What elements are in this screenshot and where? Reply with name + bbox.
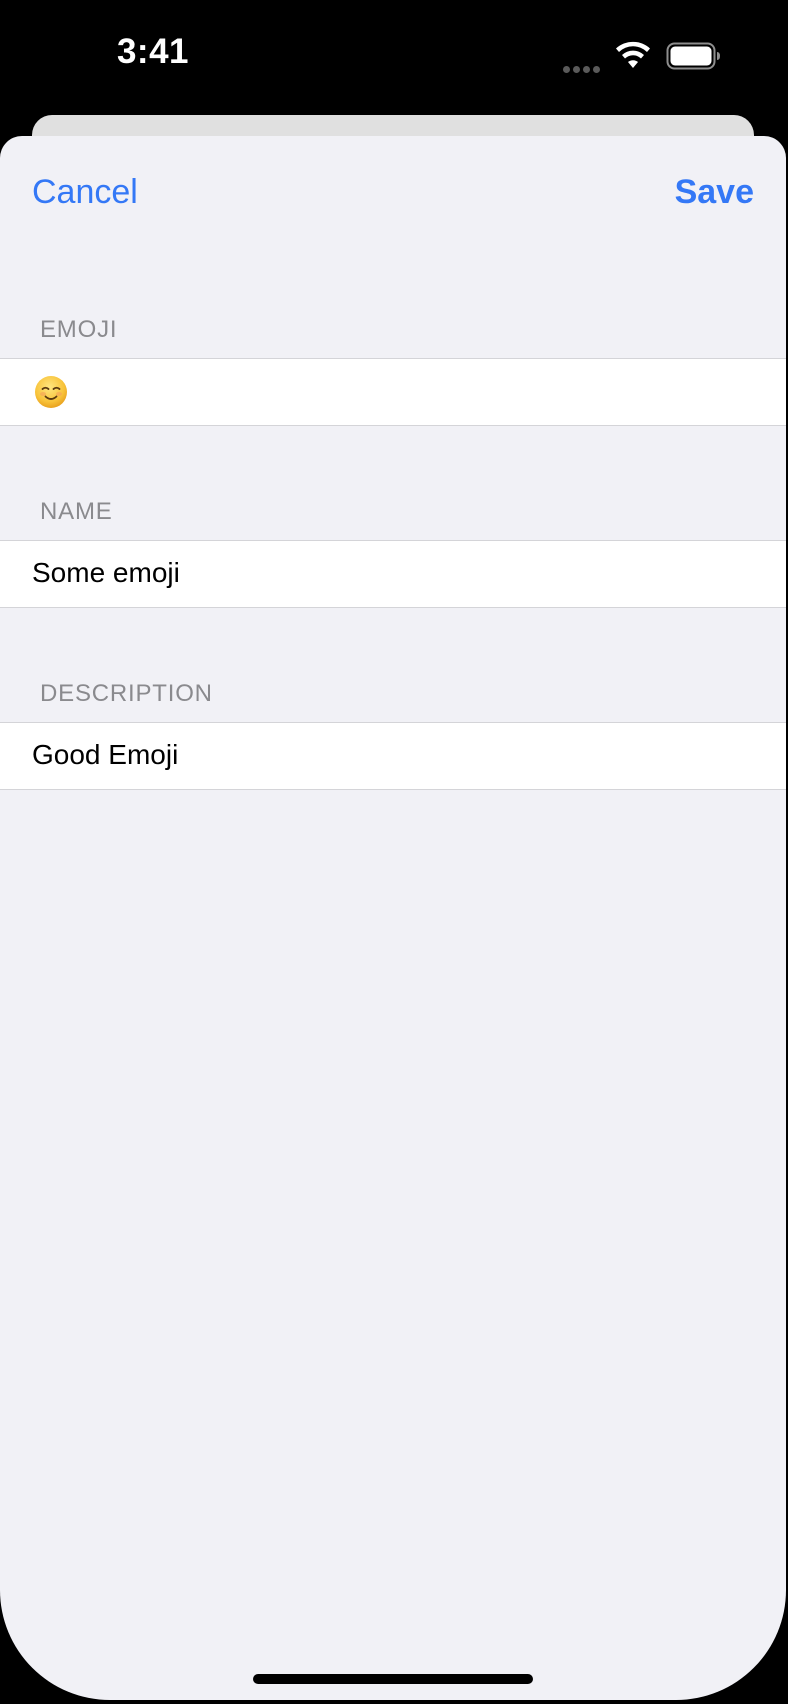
home-indicator[interactable] (253, 1674, 533, 1684)
cancel-button[interactable]: Cancel (32, 172, 138, 212)
smiling-face-icon (35, 376, 67, 408)
cellular-signal-icon (563, 60, 603, 73)
section-header-description: DESCRIPTION (40, 680, 213, 707)
emoji-field[interactable] (0, 358, 786, 426)
description-row (0, 722, 786, 790)
save-button[interactable]: Save (675, 172, 754, 212)
screen: 3:41 Cancel Save EMOJI NAME Some emoji D… (0, 0, 788, 1704)
section-header-name: NAME (40, 498, 113, 525)
name-row (0, 540, 786, 608)
status-bar: 3:41 (0, 0, 788, 110)
battery-icon (666, 42, 720, 70)
edit-emoji-sheet: Cancel Save EMOJI NAME Some emoji DESCRI… (0, 136, 786, 1700)
name-field[interactable] (32, 557, 732, 589)
status-time: 3:41 (116, 32, 190, 71)
section-header-emoji: EMOJI (40, 316, 118, 343)
wifi-icon (616, 41, 650, 68)
description-field[interactable] (32, 739, 732, 771)
